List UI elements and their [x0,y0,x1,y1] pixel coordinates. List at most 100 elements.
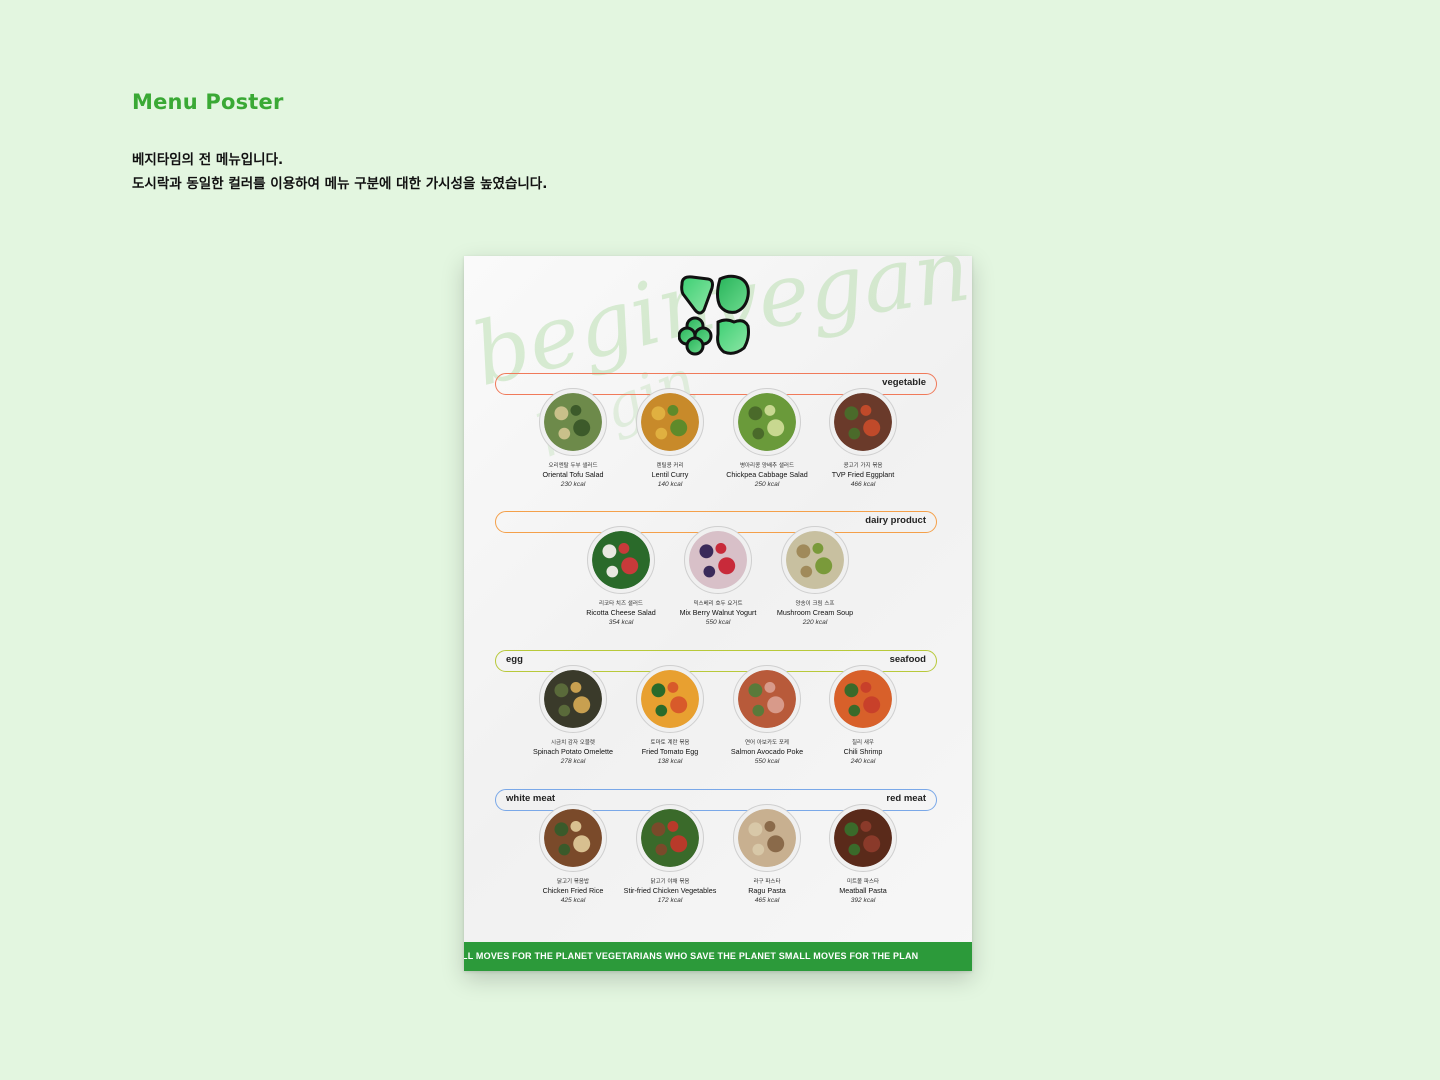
menu-item-calories: 466 kcal [850,481,876,488]
menu-item-english-name: Ricotta Cheese Salad [586,608,656,617]
menu-item-calories: 250 kcal [754,481,780,488]
menu-item-calories: 230 kcal [560,481,586,488]
food-image [834,809,892,867]
menu-item-calories: 172 kcal [657,897,683,904]
menu-item-korean-name: 오리엔탈 두부 샐러드 [548,463,598,469]
menu-item-korean-name: 닭고기 볶음밥 [556,879,590,885]
menu-item-korean-name: 칠리 새우 [852,740,874,746]
menu-item-english-name: Mix Berry Walnut Yogurt [679,608,757,617]
menu-item: 닭고기 야채 볶음 Stir-fried Chicken Vegetables 17… [615,804,725,906]
vegtime-logo [678,274,750,356]
menu-item-english-name: Chicken Fried Rice [542,886,604,895]
menu-item-english-name: Mushroom Cream Soup [776,608,854,617]
dish-photo [636,804,704,872]
category-label-right: seafood [889,654,926,665]
menu-item-calories: 220 kcal [802,619,828,626]
menu-item: 연어 아보카도 포케 Salmon Avocado Poke 550 kcal [712,665,822,767]
footer-banner: LL MOVES FOR THE PLANET VEGETARIANS WHO … [464,942,972,971]
food-image [544,670,602,728]
dish-photo [636,388,704,456]
dish-photo [636,665,704,733]
menu-item-calories: 392 kcal [850,897,876,904]
menu-item: 미트볼 파스타 Meatball Pasta 392 kcal [808,804,918,906]
menu-item-calories: 550 kcal [754,758,780,765]
menu-item-korean-name: 렌틸콩 커리 [656,463,684,469]
menu-item-english-name: TVP Fried Eggplant [831,470,895,479]
food-image [738,809,796,867]
menu-item-english-name: Ragu Pasta [748,886,786,895]
menu-item-korean-name: 리코타 치즈 샐러드 [599,601,643,607]
category-label-right: dairy product [865,515,926,526]
menu-item: 칠리 새우 Chili Shrimp 240 kcal [808,665,918,767]
menu-item: 리코타 치즈 샐러드 Ricotta Cheese Salad 354 kcal [566,526,676,628]
menu-item-calories: 425 kcal [560,897,586,904]
menu-item: 토마토 계란 볶음 Fried Tomato Egg 138 kcal [615,665,725,767]
dish-photo [829,804,897,872]
dish-photo [539,388,607,456]
menu-item-korean-name: 병아리콩 양배추 샐러드 [739,463,795,469]
menu-item-korean-name: 시금치 감자 오믈렛 [551,740,595,746]
category-label-left: white meat [506,793,556,804]
food-image [544,393,602,451]
menu-item-english-name: Lentil Curry [651,470,689,479]
menu-poster: begin vegan begin vegetable 오리엔탈 두부 샐러드 Or… [464,256,972,971]
dish-photo [733,804,801,872]
page-title: Menu Poster [132,90,284,114]
menu-item: 양송이 크림 스프 Mushroom Cream Soup 220 kcal [760,526,870,628]
menu-item: 믹스베리 호두 요거트 Mix Berry Walnut Yogurt 550 kc… [663,526,773,628]
dish-photo [829,665,897,733]
menu-item-korean-name: 닭고기 야채 볶음 [650,879,690,885]
menu-item: 콩고기 가지 볶음 TVP Fried Eggplant 466 kcal [808,388,918,490]
food-image [592,531,650,589]
menu-item-calories: 138 kcal [657,758,683,765]
food-image [641,393,699,451]
dish-photo [829,388,897,456]
menu-item-english-name: Chickpea Cabbage Salad [726,470,808,479]
category-label-left: egg [506,654,523,665]
menu-item: 라구 파스타 Ragu Pasta 465 kcal [712,804,822,906]
menu-item-english-name: Chili Shrimp [843,747,883,756]
description-line-2: 도시락과 동일한 컬러를 이용하여 메뉴 구분에 대한 가시성을 높였습니다. [132,176,548,192]
menu-item: 닭고기 볶음밥 Chicken Fried Rice 425 kcal [518,804,628,906]
menu-item-calories: 140 kcal [657,481,683,488]
menu-item-english-name: Stir-fried Chicken Vegetables [623,886,717,895]
menu-item-korean-name: 연어 아보카도 포케 [745,740,789,746]
menu-item-calories: 240 kcal [850,758,876,765]
menu-item-english-name: Salmon Avocado Poke [730,747,804,756]
menu-item-calories: 278 kcal [560,758,586,765]
menu-item: 병아리콩 양배추 샐러드 Chickpea Cabbage Salad 250 kc… [712,388,822,490]
menu-item: 시금치 감자 오믈렛 Spinach Potato Omelette 278 kca… [518,665,628,767]
food-image [641,809,699,867]
dish-photo [587,526,655,594]
footer-marquee-text: LL MOVES FOR THE PLANET VEGETARIANS WHO … [464,951,919,961]
food-image [834,393,892,451]
menu-item-english-name: Meatball Pasta [839,886,887,895]
dish-photo [733,665,801,733]
food-image [689,531,747,589]
menu-item-calories: 354 kcal [608,619,634,626]
menu-item-korean-name: 콩고기 가지 볶음 [843,463,883,469]
dish-photo [781,526,849,594]
menu-item: 렌틸콩 커리 Lentil Curry 140 kcal [615,388,725,490]
menu-item-english-name: Spinach Potato Omelette [533,747,613,756]
dish-photo [539,804,607,872]
food-image [544,809,602,867]
menu-item-calories: 550 kcal [705,619,731,626]
menu-item-korean-name: 토마토 계란 볶음 [650,740,690,746]
menu-item-english-name: Oriental Tofu Salad [542,470,604,479]
dish-photo [733,388,801,456]
menu-item-korean-name: 라구 파스타 [753,879,781,885]
category-label-right: vegetable [882,377,926,388]
food-image [786,531,844,589]
menu-item-calories: 465 kcal [754,897,780,904]
dish-photo [684,526,752,594]
description: 베지타임의 전 메뉴입니다. 도시락과 동일한 컬러를 이용하여 메뉴 구분에 … [132,148,547,196]
description-line-1: 베지타임의 전 메뉴입니다. [132,152,284,168]
menu-item-english-name: Fried Tomato Egg [641,747,699,756]
menu-item-korean-name: 미트볼 파스타 [846,879,880,885]
food-image [834,670,892,728]
category-label-right: red meat [886,793,926,804]
food-image [738,670,796,728]
food-image [738,393,796,451]
food-image [641,670,699,728]
